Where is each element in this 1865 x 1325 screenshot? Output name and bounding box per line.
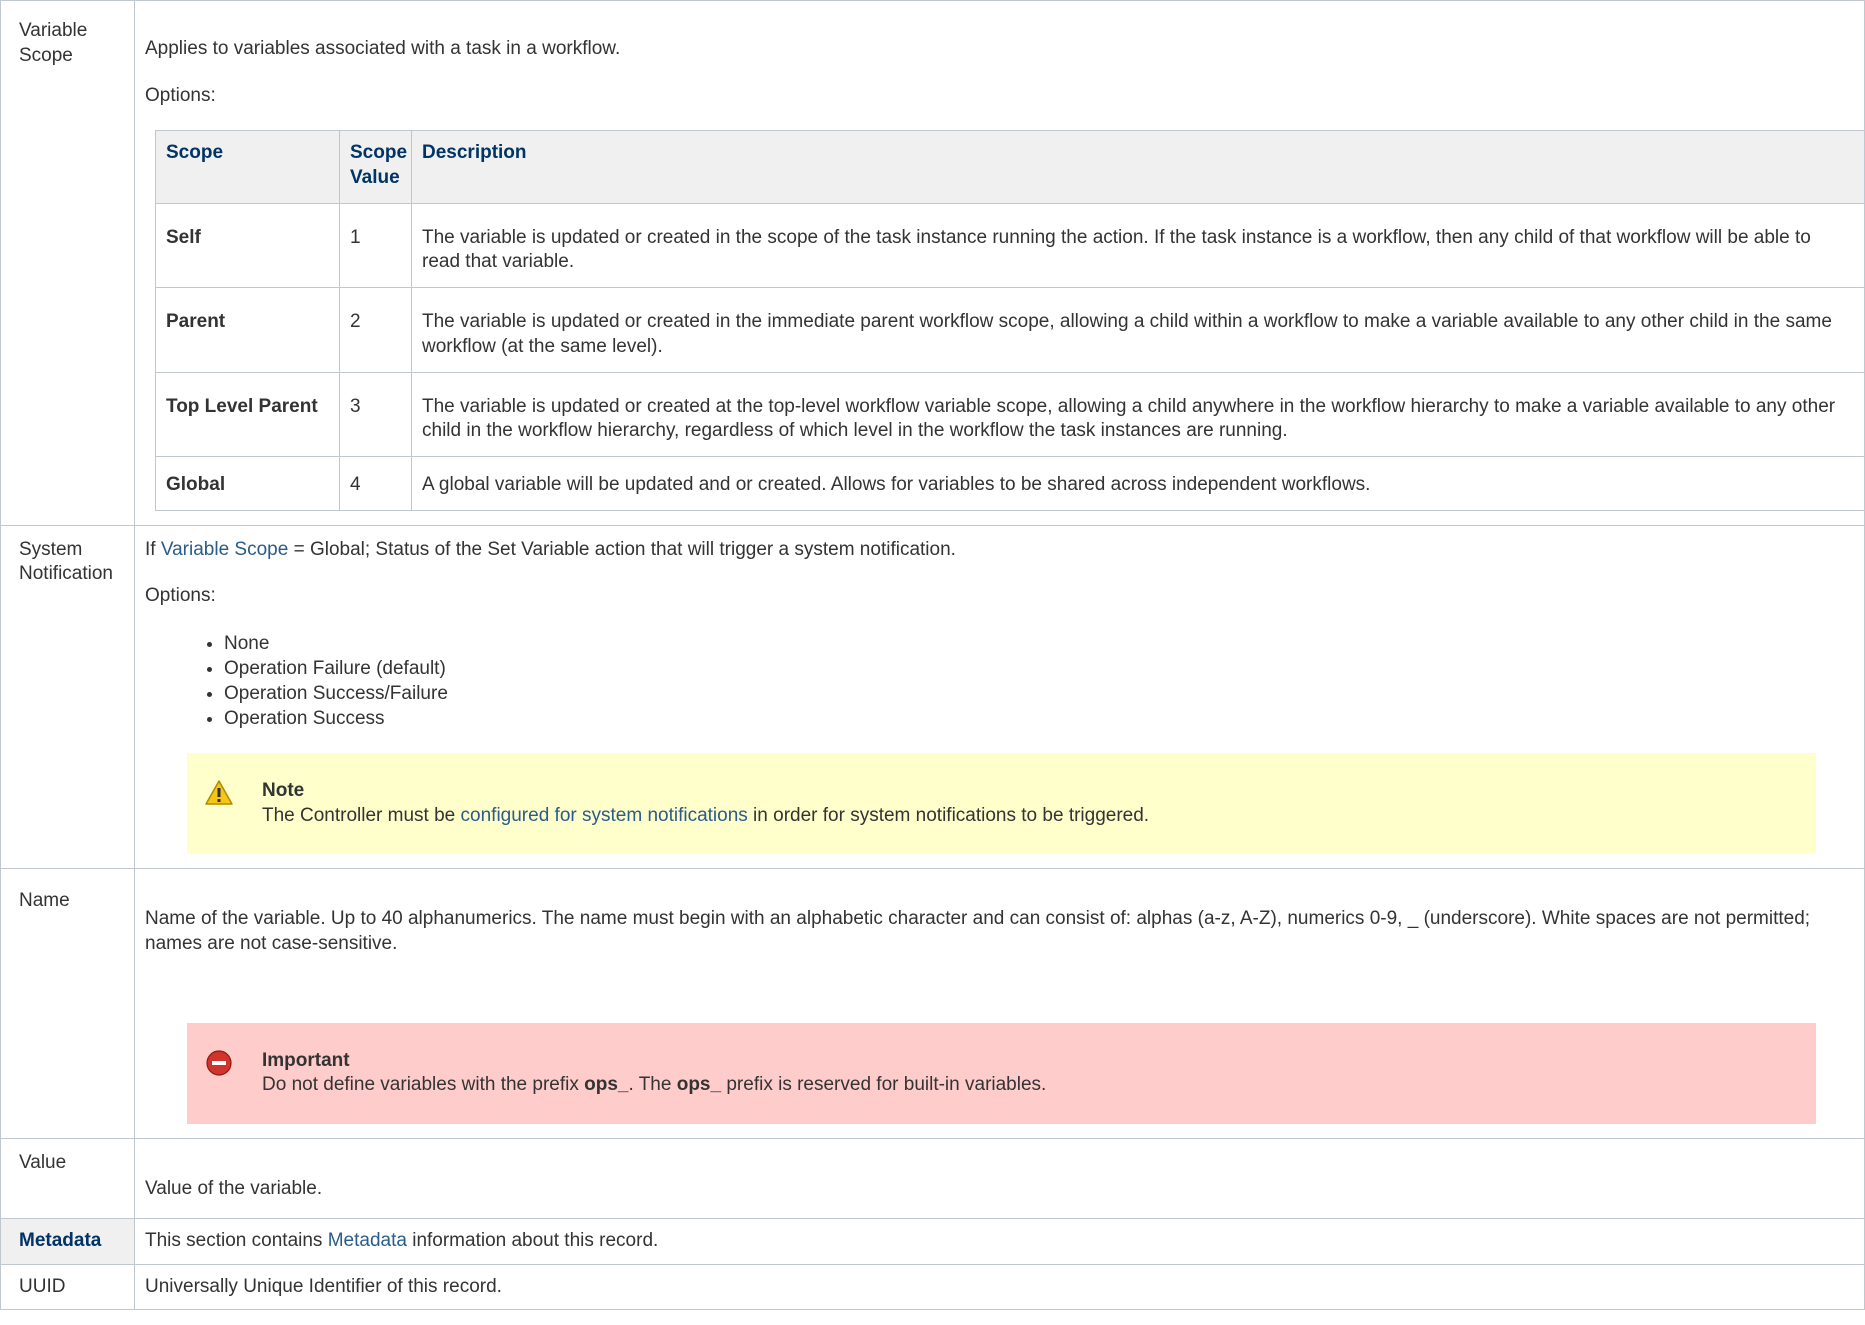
name-description: Name of the variable. Up to 40 alphanume… (145, 908, 1811, 954)
field-content-system-notification: If Variable Scope = Global; Status of th… (134, 524, 1865, 870)
important-text-3: prefix is reserved for built-in variable… (721, 1074, 1047, 1096)
field-reference-table: Variable Scope Applies to variables asso… (0, 0, 1865, 1311)
field-content-name: Name of the variable. Up to 40 alphanume… (134, 868, 1865, 1140)
scope-description: The variable is updated or created in th… (411, 287, 1865, 373)
important-text-2: . The (628, 1074, 677, 1096)
field-label-system-notification: System Notification (0, 524, 135, 870)
row-name: Name Name of the variable. Up to 40 alph… (0, 868, 1865, 1140)
system-notification-description: If Variable Scope = Global; Status of th… (145, 538, 1854, 563)
metadata-suffix: information about this record. (406, 1230, 659, 1252)
scope-description: A global variable will be updated and or… (411, 455, 1865, 511)
list-item: None (224, 631, 1854, 656)
variable-scope-link[interactable]: Variable Scope (161, 539, 288, 560)
desc-suffix: = Global; Status of the Set Variable act… (288, 538, 956, 560)
field-label-metadata: Metadata (0, 1218, 135, 1265)
row-variable-scope: Variable Scope Applies to variables asso… (0, 0, 1865, 526)
variable-scope-description: Applies to variables associated with a t… (145, 38, 621, 59)
note-text: The Controller must be configured for sy… (262, 804, 1796, 829)
warning-icon (205, 779, 233, 807)
header-scope-value: Scope Value (339, 130, 412, 204)
system-notification-options-label: Options: (145, 585, 216, 607)
table-row: Top Level Parent 3 The variable is updat… (155, 371, 1865, 457)
table-row: Self 1 The variable is updated or create… (155, 202, 1865, 289)
important-text-1: Do not define variables with the prefix (262, 1074, 585, 1096)
table-row: Global 4 A global variable will be updat… (155, 455, 1865, 511)
table-row: Parent 2 The variable is updated or crea… (155, 287, 1865, 373)
scope-options-table: Scope Scope Value Description Self 1 The… (155, 130, 1865, 511)
field-content-value: Value of the variable. (134, 1138, 1865, 1220)
scope-value: 1 (339, 202, 412, 289)
scope-name: Parent (155, 287, 340, 373)
metadata-prefix: This section contains (145, 1230, 328, 1252)
important-title: Important (262, 1049, 350, 1071)
notification-options-list: None Operation Failure (default) Operati… (145, 631, 1854, 731)
list-item: Operation Failure (default) (224, 656, 1854, 681)
system-notifications-link[interactable]: configured for system notifications (461, 805, 748, 826)
note-text-suffix: in order for system notifications to be … (747, 804, 1150, 826)
stop-icon (205, 1049, 233, 1077)
field-label-value: Value (0, 1138, 135, 1220)
header-description: Description (411, 130, 1865, 204)
scope-name: Top Level Parent (155, 371, 340, 457)
scope-description: The variable is updated or created at th… (411, 371, 1865, 457)
scope-value: 2 (339, 287, 412, 373)
scope-name: Self (155, 202, 340, 289)
field-content-uuid: Universally Unique Identifier of this re… (134, 1263, 1865, 1311)
desc-prefix: If (145, 538, 161, 560)
variable-scope-options-label: Options: (145, 84, 216, 106)
important-text: Do not define variables with the prefix … (262, 1073, 1796, 1098)
field-label-variable-scope: Variable Scope (0, 0, 135, 526)
list-item: Operation Success (224, 706, 1854, 731)
field-content-metadata: This section contains Metadata informati… (134, 1218, 1865, 1265)
list-item: Operation Success/Failure (224, 681, 1854, 706)
scope-name: Global (155, 455, 340, 511)
field-content-variable-scope: Applies to variables associated with a t… (134, 0, 1865, 526)
important-bold-2: ops_ (676, 1074, 722, 1096)
row-uuid: UUID Universally Unique Identifier of th… (0, 1263, 1865, 1311)
row-metadata: Metadata This section contains Metadata … (0, 1218, 1865, 1265)
important-panel: Important Do not define variables with t… (187, 1022, 1816, 1125)
metadata-link[interactable]: Metadata (328, 1230, 407, 1251)
header-scope: Scope (155, 130, 340, 204)
note-text-prefix: The Controller must be (262, 804, 461, 826)
scope-table-header-row: Scope Scope Value Description (155, 130, 1865, 204)
row-value: Value Value of the variable. (0, 1138, 1865, 1220)
row-system-notification: System Notification If Variable Scope = … (0, 524, 1865, 870)
important-bold-1: ops_ (584, 1074, 629, 1096)
scope-value: 3 (339, 371, 412, 457)
scope-value: 4 (339, 455, 412, 511)
note-panel: Note The Controller must be configured f… (187, 752, 1816, 855)
field-label-uuid: UUID (0, 1263, 135, 1311)
note-title: Note (262, 779, 305, 801)
scope-description: The variable is updated or created in th… (411, 202, 1865, 289)
field-label-name: Name (0, 868, 135, 1140)
